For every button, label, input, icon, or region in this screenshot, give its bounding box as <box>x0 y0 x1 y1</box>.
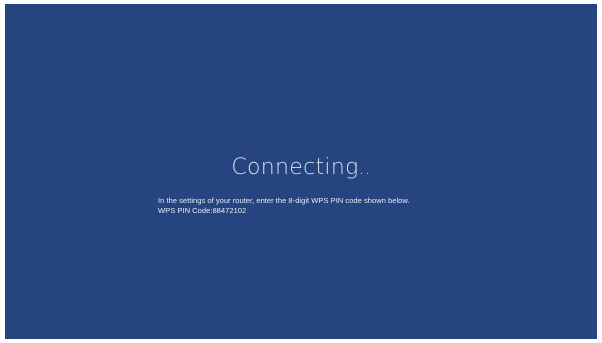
pin-label: WPS PIN Code: <box>158 206 213 215</box>
pin-line: WPS PIN Code:88472102 <box>158 206 578 216</box>
pin-code: 88472102 <box>212 206 247 215</box>
instruction-text: In the settings of your router, enter th… <box>158 196 410 205</box>
wps-connecting-screen: Connecting.. In the settings of your rou… <box>5 4 597 339</box>
progress-dots: .. <box>358 158 371 179</box>
instruction-message: In the settings of your router, enter th… <box>158 196 578 216</box>
title-text: Connecting <box>231 155 359 180</box>
connecting-title: Connecting.. <box>5 155 597 180</box>
